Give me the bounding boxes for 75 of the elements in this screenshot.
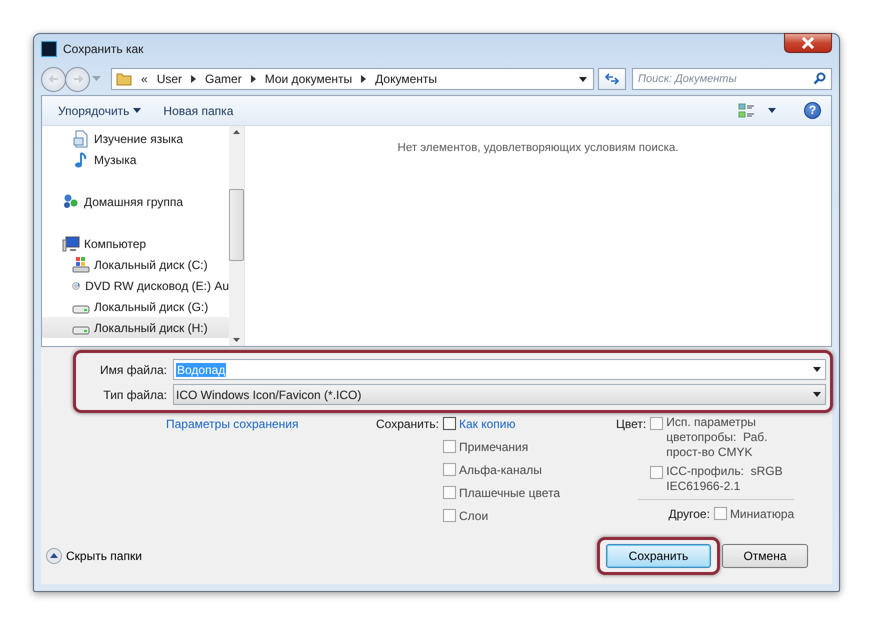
checkbox[interactable]: [442, 417, 456, 430]
checkbox-label: Альфа-каналы: [458, 463, 542, 477]
dropdown-arrow-icon[interactable]: [579, 76, 587, 82]
sidebar-item[interactable]: Музыка: [42, 149, 229, 170]
search-field[interactable]: Поиск: Документы: [632, 68, 832, 90]
checkbox-label: Плашечные цвета: [458, 486, 560, 500]
sidebar-item[interactable]: Локальный диск (C:): [42, 254, 229, 275]
network-people-icon: [62, 192, 80, 210]
breadcrumb-item[interactable]: User: [156, 72, 182, 86]
forward-button[interactable]: [65, 66, 90, 92]
breadcrumb-arrow-icon: [250, 75, 256, 83]
close-button[interactable]: [784, 33, 832, 53]
breadcrumb-arrow-icon: [361, 75, 366, 83]
hard-drive-icon: [72, 326, 90, 335]
window-title: Сохранить как: [63, 42, 144, 56]
file-type-label: Тип файла:: [102, 388, 168, 402]
scroll-down-icon: [233, 338, 240, 342]
checkbox-label: Исп. параметры цветопробы: Раб. прост-во CMYK: [666, 415, 768, 460]
sidebar-item[interactable]: Локальный диск (H:): [42, 317, 229, 338]
sidebar-item[interactable]: DVD RW дисковод (E:) Au: [42, 275, 229, 296]
dropdown-arrow-icon[interactable]: [768, 108, 776, 113]
checkbox[interactable]: [442, 440, 456, 453]
checkbox[interactable]: [442, 509, 456, 522]
cancel-button[interactable]: Отмена: [722, 544, 808, 568]
checkbox[interactable]: [714, 507, 727, 520]
scrollbar[interactable]: [229, 126, 244, 346]
forward-arrow-icon: [72, 73, 84, 85]
organize-button[interactable]: Упорядочить: [48, 100, 152, 122]
breadcrumb-item[interactable]: Документы: [375, 72, 438, 86]
sidebar-item[interactable]: Изучение языка: [42, 128, 229, 149]
empty-message: Нет элементов, удовлетворяющих условиям поиска.: [398, 142, 678, 154]
dropdown-arrow-icon: [813, 367, 821, 372]
checkbox[interactable]: [650, 466, 664, 479]
new-folder-button[interactable]: Новая папка: [153, 100, 244, 122]
app-icon: [41, 40, 57, 56]
refresh-arrows-icon: [605, 73, 619, 85]
system-drive-icon: [72, 256, 90, 274]
history-dropdown-icon[interactable]: [92, 76, 101, 82]
scroll-up-icon: [233, 130, 240, 134]
hide-folders-button[interactable]: Скрыть папки: [46, 548, 142, 564]
color-group-label: Цвет:: [616, 417, 646, 433]
sidebar-item[interactable]: Домашняя группа: [42, 191, 229, 212]
save-button[interactable]: Сохранить: [606, 544, 711, 568]
sidebar-item[interactable]: Локальный диск (G:): [42, 296, 229, 317]
dropdown-arrow-icon: [813, 392, 821, 397]
hard-drive-icon: [72, 305, 90, 314]
checkbox-label: Примечания: [458, 440, 528, 454]
breadcrumb-item[interactable]: Мои документы: [264, 72, 352, 86]
back-arrow-icon: [48, 73, 60, 85]
search-icon: [813, 72, 826, 85]
address-bar[interactable]: « User Gamer Мои документы Документы: [111, 68, 594, 90]
file-type-dropdown[interactable]: ICO Windows Icon/Favicon (*.ICO): [173, 384, 826, 405]
dropdown-arrow-icon: [133, 108, 142, 113]
breadcrumb-item[interactable]: «: [141, 72, 148, 86]
view-options-icon[interactable]: [738, 102, 756, 118]
checkbox-label: Слои: [458, 509, 488, 523]
back-button[interactable]: [41, 66, 66, 92]
other-group-label: Другое:: [668, 507, 710, 521]
refresh-button[interactable]: [598, 68, 626, 90]
file-name-label: Имя файла:: [99, 362, 168, 376]
checkbox-label: ICC-профиль: sRGB IEC61966-2.1: [666, 464, 784, 494]
checkbox-label: Миниатюра: [730, 507, 794, 521]
checkbox[interactable]: [442, 463, 456, 476]
checkbox-label: Как копию: [458, 417, 516, 431]
folder-icon: [116, 71, 132, 87]
checkbox[interactable]: [442, 486, 456, 499]
sidebar-item[interactable]: Компьютер: [42, 233, 229, 254]
breadcrumb-item[interactable]: Gamer: [205, 72, 242, 86]
breadcrumb-arrow-icon: [191, 75, 196, 83]
computer-icon: [62, 234, 80, 252]
save-group-label: Сохранить:: [376, 417, 439, 433]
close-icon: [801, 37, 815, 49]
checkbox[interactable]: [650, 417, 664, 430]
document-icon: [72, 130, 90, 148]
save-options-link[interactable]: Параметры сохранения: [166, 417, 376, 523]
